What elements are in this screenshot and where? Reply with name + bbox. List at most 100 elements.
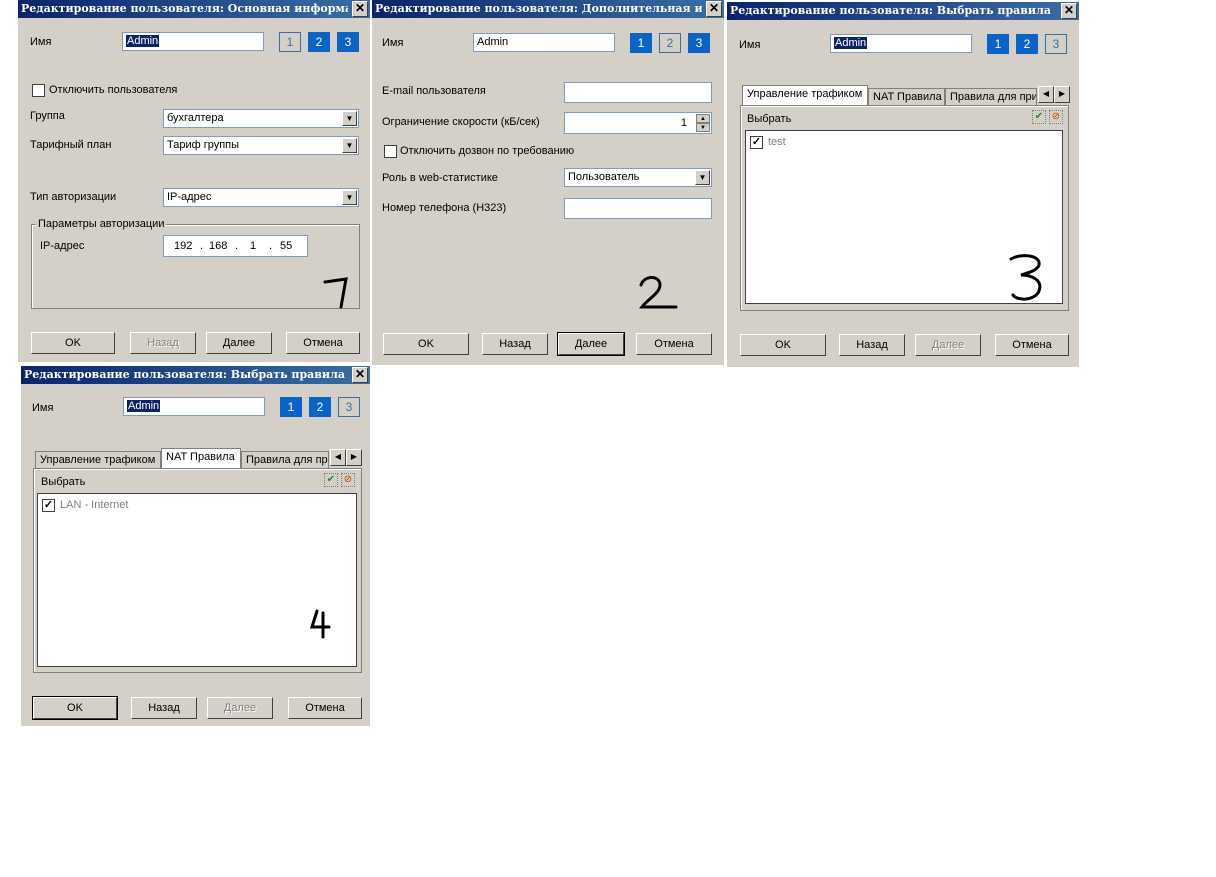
name-input[interactable]: Admin bbox=[123, 397, 265, 416]
auth-type-label: Тип авторизации bbox=[30, 191, 117, 203]
step-2-button[interactable]: 2 bbox=[309, 397, 331, 417]
role-select[interactable]: Пользователь ▼ bbox=[564, 168, 712, 187]
name-input[interactable]: Admin bbox=[830, 34, 972, 53]
annotation-number-2 bbox=[638, 276, 678, 309]
back-button[interactable]: Назад bbox=[482, 333, 548, 355]
auth-params-title: Параметры авторизации bbox=[36, 218, 167, 230]
group-select[interactable]: бухгалтера ▼ bbox=[163, 109, 359, 128]
title-bar[interactable]: Редактирование пользователя: Основная ин… bbox=[18, 0, 370, 18]
close-icon[interactable]: ✕ bbox=[1061, 3, 1077, 19]
dropdown-arrow-icon[interactable]: ▼ bbox=[342, 138, 357, 153]
step-3-button[interactable]: 3 bbox=[688, 33, 710, 53]
name-label: Имя bbox=[32, 402, 54, 414]
cancel-button[interactable]: Отмена bbox=[286, 332, 360, 354]
dropdown-arrow-icon[interactable]: ▼ bbox=[695, 170, 710, 185]
phone-label: Номер телефона (H323) bbox=[382, 202, 507, 214]
step-1-button[interactable]: 1 bbox=[279, 32, 301, 52]
title-bar[interactable]: Редактирование пользователя: Выбрать пра… bbox=[727, 2, 1079, 20]
group-value: бухгалтера bbox=[167, 112, 224, 124]
name-value: Admin bbox=[834, 37, 868, 49]
step-3-button[interactable]: 3 bbox=[338, 397, 360, 417]
rules-list[interactable]: ✓ LAN - Internet bbox=[37, 493, 357, 667]
tab-traffic-control[interactable]: Управление трафиком bbox=[742, 85, 868, 105]
cancel-button[interactable]: Отмена bbox=[995, 334, 1069, 356]
list-item-checkbox[interactable]: ✓ bbox=[42, 499, 55, 512]
step-1-button[interactable]: 1 bbox=[630, 33, 652, 53]
tab-scroll-left-icon[interactable]: ◀ bbox=[330, 449, 346, 466]
uncheck-all-icon[interactable]: ⊘ bbox=[341, 473, 355, 487]
tab-nat-rules[interactable]: NAT Правила bbox=[868, 88, 945, 106]
name-value: Admin bbox=[127, 400, 161, 412]
step-1-button[interactable]: 1 bbox=[987, 34, 1009, 54]
tab-traffic-control[interactable]: Управление трафиком bbox=[35, 451, 161, 469]
ip-octet-4: 55 bbox=[280, 240, 293, 252]
spin-up-icon[interactable]: ▲ bbox=[696, 114, 710, 123]
dialup-checkbox[interactable] bbox=[384, 145, 397, 158]
auth-type-select[interactable]: IP-адрес ▼ bbox=[163, 188, 359, 207]
ip-octet-2: 168 bbox=[209, 240, 228, 252]
step-2-button[interactable]: 2 bbox=[659, 33, 681, 53]
name-value: Admin bbox=[126, 35, 160, 47]
dialog-title: Редактирование пользователя: Основная ин… bbox=[21, 2, 348, 15]
ip-label: IP-адрес bbox=[40, 240, 85, 252]
step-3-button[interactable]: 3 bbox=[1045, 34, 1067, 54]
select-label: Выбрать bbox=[747, 113, 792, 125]
dropdown-arrow-icon[interactable]: ▼ bbox=[342, 111, 357, 126]
next-button[interactable]: Далее bbox=[557, 332, 625, 356]
step-3-button[interactable]: 3 bbox=[337, 32, 359, 52]
dialog-title: Редактирование пользователя: Выбрать пра… bbox=[24, 368, 345, 381]
speed-stepper[interactable]: 1 ▲ ▼ bbox=[564, 112, 712, 134]
role-label: Роль в web-статистике bbox=[382, 172, 498, 184]
ip-dot: . bbox=[269, 240, 273, 252]
email-label: E-mail пользователя bbox=[382, 85, 486, 97]
tariff-label: Тарифный план bbox=[30, 139, 112, 151]
check-all-icon[interactable]: ✔ bbox=[1032, 110, 1046, 124]
close-icon[interactable]: ✕ bbox=[352, 1, 368, 17]
ok-button[interactable]: OK bbox=[383, 333, 469, 355]
tab-scroll-right-icon[interactable]: ▶ bbox=[346, 449, 362, 466]
ip-octet-1: 192 bbox=[174, 240, 193, 252]
spin-down-icon[interactable]: ▼ bbox=[696, 123, 710, 132]
speed-label: Ограничение скорости (кБ/сек) bbox=[382, 116, 540, 128]
tab-scroll-left-icon[interactable]: ◀ bbox=[1038, 86, 1054, 103]
ok-button[interactable]: OK bbox=[740, 334, 826, 356]
close-icon[interactable]: ✕ bbox=[352, 367, 368, 383]
title-bar[interactable]: Редактирование пользователя: Выбрать пра… bbox=[21, 366, 370, 384]
title-bar[interactable]: Редактирование пользователя: Дополнитель… bbox=[372, 0, 724, 18]
tariff-select[interactable]: Тариф группы ▼ bbox=[163, 136, 359, 155]
close-icon[interactable]: ✕ bbox=[706, 1, 722, 17]
ok-button[interactable]: OK bbox=[32, 696, 118, 720]
cancel-button[interactable]: Отмена bbox=[288, 697, 362, 719]
next-button[interactable]: Далее bbox=[207, 697, 273, 719]
tab-nat-rules[interactable]: NAT Правила bbox=[161, 448, 241, 468]
back-button[interactable]: Назад bbox=[839, 334, 905, 356]
cancel-button[interactable]: Отмена bbox=[636, 333, 712, 355]
dialog-title: Редактирование пользователя: Дополнитель… bbox=[375, 2, 702, 15]
back-button[interactable]: Назад bbox=[130, 332, 196, 354]
list-item[interactable]: test bbox=[768, 136, 786, 148]
step-2-button[interactable]: 2 bbox=[308, 32, 330, 52]
disable-user-checkbox[interactable] bbox=[32, 84, 45, 97]
ip-address-field[interactable]: 192 . 168 . 1 . 55 bbox=[163, 235, 308, 257]
auth-type-value: IP-адрес bbox=[167, 191, 212, 203]
list-item-checkbox[interactable]: ✓ bbox=[750, 136, 763, 149]
uncheck-all-icon[interactable]: ⊘ bbox=[1049, 110, 1063, 124]
tab-app-rules[interactable]: Правила для при bbox=[241, 451, 329, 469]
ok-button[interactable]: OK bbox=[31, 332, 115, 354]
step-2-button[interactable]: 2 bbox=[1016, 34, 1038, 54]
phone-field[interactable] bbox=[564, 198, 712, 219]
name-input[interactable]: Admin bbox=[473, 33, 615, 52]
step-1-button[interactable]: 1 bbox=[280, 397, 302, 417]
tab-app-rules[interactable]: Правила для при bbox=[945, 88, 1037, 106]
tab-scroll-right-icon[interactable]: ▶ bbox=[1054, 86, 1070, 103]
dropdown-arrow-icon[interactable]: ▼ bbox=[342, 190, 357, 205]
list-item[interactable]: LAN - Internet bbox=[60, 499, 128, 511]
select-label: Выбрать bbox=[41, 476, 86, 488]
name-input[interactable]: Admin bbox=[122, 32, 264, 51]
tariff-value: Тариф группы bbox=[167, 139, 240, 151]
back-button[interactable]: Назад bbox=[131, 697, 197, 719]
check-all-icon[interactable]: ✔ bbox=[324, 473, 338, 487]
next-button[interactable]: Далее bbox=[206, 332, 272, 354]
next-button[interactable]: Далее bbox=[915, 334, 981, 356]
email-field[interactable] bbox=[564, 82, 712, 103]
